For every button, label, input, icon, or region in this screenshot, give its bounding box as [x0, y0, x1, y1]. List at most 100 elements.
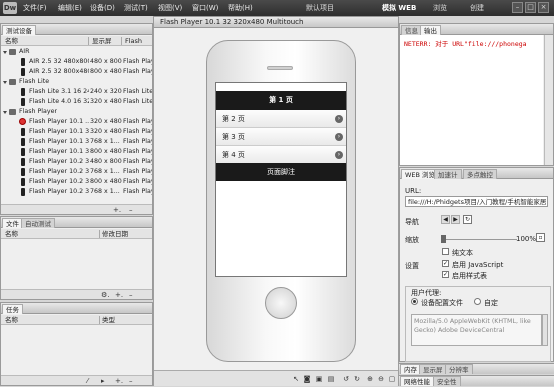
device-row[interactable]: Flash Player 10.2 3... 768 x 1... Flash … [1, 187, 152, 197]
refresh-icon[interactable]: ↻ [463, 215, 472, 224]
gear-icon[interactable]: ⚙. [101, 291, 110, 299]
col-name[interactable]: 名称 [5, 315, 18, 325]
fit-icon[interactable]: ▢ [388, 375, 396, 383]
col-modified-date[interactable]: 修改日期 [102, 229, 128, 239]
add-task-icon[interactable]: +. [115, 377, 123, 385]
enable-css-checkbox[interactable]: ✓ [442, 271, 449, 278]
add-file-icon[interactable]: +. [115, 291, 123, 299]
zoom-slider-thumb[interactable] [441, 235, 446, 243]
device-row[interactable]: Flash Player 10.2 3... 800 x 480 Flash P… [1, 177, 152, 187]
run-icon[interactable]: ▸ [101, 377, 105, 385]
minimize-icon[interactable]: – [512, 2, 523, 13]
col-type[interactable]: 类型 [102, 315, 115, 325]
camera-icon[interactable]: ◙ [303, 375, 311, 383]
close-icon[interactable]: × [538, 2, 549, 13]
menu-window[interactable]: 窗口(W) [192, 3, 218, 13]
workspace-browse[interactable]: 浏览 [433, 3, 447, 13]
workspace-create[interactable]: 创建 [470, 3, 484, 13]
tab-accelerometer[interactable]: 加速计 [434, 169, 462, 179]
user-agent-textarea[interactable]: Mozilla/5.0 AppleWebKit (KHTML, like Gec… [411, 314, 542, 346]
remove-file-icon[interactable]: – [129, 291, 133, 299]
phone-icon [21, 88, 25, 96]
col-name[interactable]: 名称 [5, 229, 18, 239]
enable-js-checkbox[interactable]: ✓ [442, 260, 449, 267]
record-icon[interactable]: ▣ [315, 375, 323, 383]
zoom-out-icon[interactable]: ⊖ [377, 375, 385, 383]
device-row[interactable]: Flash Player 10.1 3... 800 x 480 Flash P… [1, 147, 152, 157]
settings-label: 设置 [405, 262, 419, 270]
menu-view[interactable]: 视图(V) [158, 3, 182, 13]
device-row[interactable]: Flash Player 10.2 3... 480 x 800 Flash P… [1, 157, 152, 167]
maximize-icon[interactable]: □ [525, 2, 536, 13]
col-name[interactable]: 名称 [5, 36, 18, 46]
device-screen[interactable]: 第 1 页 第 2 页 › 第 3 页 › 第 4 页 › 页面脚注 [215, 82, 347, 277]
brush-icon[interactable]: ⁄ [87, 377, 88, 385]
tab-info[interactable]: 信息 [401, 25, 422, 35]
device-row[interactable]: Flash Player 10.1 3... 768 x 1... Flash … [1, 137, 152, 147]
workspace-emulate-web[interactable]: 模拟 WEB [382, 3, 416, 13]
device-profile-radio[interactable] [411, 298, 418, 305]
tab-multitouch[interactable]: 多点触控 [463, 169, 497, 179]
add-device-icon[interactable]: +. [113, 206, 121, 214]
url-input[interactable]: file:///H:/Phidgets项目/入门教程/手机智能家居 [405, 196, 548, 207]
menu-device[interactable]: 设备(D) [90, 3, 115, 13]
device-row[interactable]: Flash Lite 4.0 16 32... 320 x 480 Flash … [1, 97, 152, 107]
rotate-left-icon[interactable]: ↺ [342, 375, 350, 383]
col-display[interactable]: 显示屏 [92, 36, 112, 46]
list-item-page-2[interactable]: 第 2 页 › [216, 110, 346, 128]
tab-resolution[interactable]: 分辨率 [445, 364, 473, 374]
zoom-slider-track[interactable] [441, 239, 517, 240]
expand-icon[interactable] [3, 111, 7, 114]
phone-icon [21, 58, 25, 66]
device-row[interactable]: Flash Player 10.2 3... 768 x 1... Flash … [1, 167, 152, 177]
device-group-air[interactable]: AIR [1, 47, 152, 57]
menu-file[interactable]: 文件(F) [23, 3, 47, 13]
tab-network-performance[interactable]: 网络性能 [400, 376, 434, 386]
menu-test[interactable]: 测试(T) [124, 3, 148, 13]
cursor-icon[interactable]: ↖ [292, 375, 300, 383]
tab-auto-test[interactable]: 自动测试 [21, 218, 55, 228]
ua-scrollbar[interactable] [542, 314, 548, 346]
tab-display[interactable]: 显示屏 [419, 364, 447, 374]
tab-security[interactable]: 安全性 [433, 376, 461, 386]
tasks-panel: 任务 名称 类型 ⁄ ▸ +. – [0, 302, 153, 386]
col-flash[interactable]: Flash [125, 36, 142, 46]
forward-icon[interactable]: ▶ [451, 215, 460, 224]
tab-output[interactable]: 输出 [420, 25, 441, 35]
expand-icon[interactable] [3, 81, 7, 84]
files-panel: 文件 自动测试 名称 修改日期 ⚙. +. – [0, 216, 153, 300]
rotate-right-icon[interactable]: ↻ [353, 375, 361, 383]
tab-memory[interactable]: 内存 [400, 364, 421, 374]
device-home-button[interactable] [265, 287, 297, 319]
tab-files[interactable]: 文件 [2, 218, 23, 228]
page-header: 第 1 页 [216, 91, 346, 110]
remove-task-icon[interactable]: – [129, 377, 133, 385]
save-icon[interactable]: ▤ [327, 375, 335, 383]
phone-icon [21, 178, 25, 186]
plain-text-checkbox[interactable] [442, 248, 449, 255]
tab-tasks[interactable]: 任务 [2, 304, 23, 314]
output-text-area[interactable]: NETERR: 对于 URL"file:///phonega [400, 35, 543, 165]
remove-device-icon[interactable]: – [129, 206, 133, 214]
user-agent-label: 用户代理: [411, 289, 442, 297]
device-row[interactable]: Flash Player 10.1 ... 320 x 480 Flash Pl… [1, 117, 152, 127]
output-scrollbar[interactable] [544, 35, 553, 165]
device-row[interactable]: AIR 2.5 32 800x480... 800 x 480 Flash Pl… [1, 67, 152, 77]
preview-toolbar: ↖ ◙ ▣ ▤ ↺ ↻ ⊕ ⊖ ▢ [154, 370, 398, 386]
menu-help[interactable]: 帮助(H) [228, 3, 253, 13]
device-row[interactable]: Flash Player 10.1 3... 320 x 480 Flash P… [1, 127, 152, 137]
device-row[interactable]: Flash Lite 3.1 16 24... 240 x 320 Flash … [1, 87, 152, 97]
back-icon[interactable]: ◀ [441, 215, 450, 224]
custom-radio[interactable] [474, 298, 481, 305]
tab-test-devices[interactable]: 测试设备 [2, 25, 36, 35]
list-item-page-3[interactable]: 第 3 页 › [216, 128, 346, 146]
menu-edit[interactable]: 编辑(E) [58, 3, 82, 13]
expand-icon[interactable] [3, 51, 7, 54]
device-row[interactable]: AIR 2.5 32 480x800... 480 x 800 Flash Pl… [1, 57, 152, 67]
zoom-in-icon[interactable]: ⊕ [366, 375, 374, 383]
zoom-reset-icon[interactable]: ▫ [536, 233, 545, 242]
device-group-flash-player[interactable]: Flash Player [1, 107, 152, 117]
device-group-flash-lite[interactable]: Flash Lite [1, 77, 152, 87]
list-item-page-4[interactable]: 第 4 页 › [216, 146, 346, 164]
app-logo: Dw [3, 2, 17, 14]
